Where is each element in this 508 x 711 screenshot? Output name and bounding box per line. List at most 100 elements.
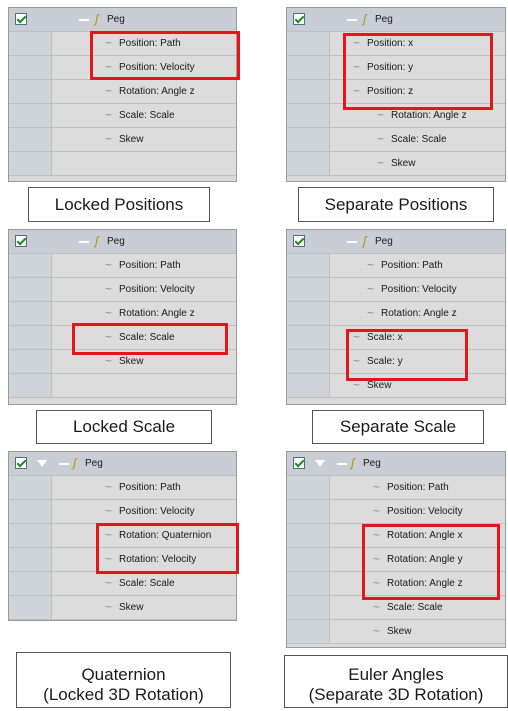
function-row[interactable]: ~ Position: Velocity (287, 500, 505, 524)
function-label: Position: Path (387, 482, 449, 493)
highlight-box (362, 524, 500, 600)
caption-separate-positions: Separate Positions (298, 187, 494, 222)
function-row[interactable]: ~ Position: Path (9, 254, 236, 278)
function-curve-icon: ~ (105, 258, 113, 272)
function-label: Skew (119, 602, 144, 613)
checkbox-checked-icon[interactable] (293, 13, 305, 25)
checkbox-checked-icon[interactable] (15, 457, 27, 469)
function-curve-icon: ~ (367, 282, 375, 296)
highlight-box (72, 323, 228, 355)
caption-euler-line2: (Separate 3D Rotation) (308, 685, 484, 704)
function-row[interactable]: ~ Skew (287, 620, 505, 644)
collapse-dash-icon (79, 19, 89, 21)
highlight-box (90, 31, 240, 80)
function-curve-icon: ~ (105, 84, 113, 98)
caption-euler-angles: Euler Angles (Separate 3D Rotation) (284, 655, 508, 708)
function-label: Rotation: Angle z (381, 308, 457, 319)
function-curve-icon: ~ (373, 600, 381, 614)
function-label: Rotation: Angle z (119, 86, 195, 97)
function-curve-icon: ~ (367, 306, 375, 320)
peg-function-icon: ʃ (73, 456, 77, 470)
peg-layer-row[interactable]: ʃ Peg (287, 8, 505, 32)
function-curve-icon: ~ (105, 282, 113, 296)
function-row[interactable]: ~ Position: Velocity (287, 278, 505, 302)
function-label: Scale: Scale (119, 578, 175, 589)
peg-label: Peg (363, 458, 381, 469)
collapse-dash-icon (347, 19, 357, 21)
function-row[interactable]: ~ Position: Velocity (9, 278, 236, 302)
peg-function-icon: ʃ (363, 12, 367, 26)
peg-layer-row[interactable]: ʃ Peg (9, 8, 236, 32)
function-curve-icon: ~ (373, 624, 381, 638)
peg-function-icon: ʃ (95, 12, 99, 26)
function-label: Skew (119, 134, 144, 145)
function-row[interactable]: ~ Scale: Scale (287, 128, 505, 152)
function-curve-icon: ~ (105, 600, 113, 614)
function-label: Skew (367, 380, 392, 391)
empty-row (9, 374, 236, 398)
peg-panel-locked-scale: ʃ Peg ~ Position: Path ~ Position: Velocit… (8, 229, 237, 405)
function-row[interactable]: ~ Position: Velocity (9, 500, 236, 524)
highlight-box (343, 33, 493, 110)
function-curve-icon: ~ (105, 576, 113, 590)
checkbox-checked-icon[interactable] (15, 235, 27, 247)
peg-layer-row[interactable]: ʃ Peg (287, 230, 505, 254)
function-label: Position: Velocity (381, 284, 457, 295)
caption-quaternion: Quaternion (Locked 3D Rotation) (16, 652, 231, 708)
function-row[interactable]: ~ Skew (287, 152, 505, 176)
function-curve-icon: ~ (373, 504, 381, 518)
function-row[interactable]: ~ Scale: Scale (9, 104, 236, 128)
function-label: Position: Path (119, 260, 181, 271)
function-curve-icon: ~ (105, 108, 113, 122)
collapse-dash-icon (59, 463, 69, 465)
caption-locked-positions: Locked Positions (28, 187, 210, 222)
function-label: Position: Path (381, 260, 443, 271)
highlight-box (346, 329, 468, 381)
function-label: Scale: Scale (387, 602, 443, 613)
function-row[interactable]: ~ Scale: Scale (9, 572, 236, 596)
function-curve-icon: ~ (373, 480, 381, 494)
peg-label: Peg (85, 458, 103, 469)
triangle-down-icon[interactable] (315, 460, 325, 467)
checkbox-checked-icon[interactable] (293, 457, 305, 469)
function-label: Rotation: Angle z (391, 110, 467, 121)
function-curve-icon: ~ (105, 504, 113, 518)
function-label: Position: Velocity (119, 284, 195, 295)
function-curve-icon: ~ (377, 108, 385, 122)
function-row[interactable]: ~ Position: Path (9, 476, 236, 500)
function-row[interactable]: ~ Position: Path (287, 254, 505, 278)
peg-label: Peg (107, 14, 125, 25)
function-label: Scale: Scale (391, 134, 447, 145)
checkbox-checked-icon[interactable] (293, 235, 305, 247)
caption-locked-scale: Locked Scale (36, 410, 212, 444)
triangle-down-icon[interactable] (37, 460, 47, 467)
function-curve-icon: ~ (377, 132, 385, 146)
peg-layer-row[interactable]: ʃ Peg (287, 452, 505, 476)
function-row[interactable]: ~ Position: Path (287, 476, 505, 500)
function-label: Scale: Scale (119, 110, 175, 121)
caption-separate-scale: Separate Scale (312, 410, 484, 444)
function-label: Position: Path (119, 482, 181, 493)
peg-label: Peg (375, 236, 393, 247)
function-label: Skew (387, 626, 412, 637)
peg-layer-row[interactable]: ʃ Peg (9, 452, 236, 476)
function-row[interactable]: ~ Skew (9, 596, 236, 620)
checkbox-checked-icon[interactable] (15, 13, 27, 25)
peg-layer-row[interactable]: ʃ Peg (9, 230, 236, 254)
function-curve-icon: ~ (105, 306, 113, 320)
function-row[interactable]: ~ Rotation: Angle z (9, 80, 236, 104)
function-curve-icon: ~ (377, 156, 385, 170)
function-row[interactable]: ~ Skew (9, 128, 236, 152)
peg-label: Peg (375, 14, 393, 25)
caption-quaternion-line1: Quaternion (81, 665, 166, 684)
function-curve-icon: ~ (367, 258, 375, 272)
function-label: Skew (391, 158, 416, 169)
function-label: Skew (119, 356, 144, 367)
empty-row (9, 152, 236, 176)
collapse-dash-icon (347, 241, 357, 243)
peg-label: Peg (107, 236, 125, 247)
collapse-dash-icon (79, 241, 89, 243)
caption-euler-line1: Euler Angles (348, 665, 444, 684)
function-curve-icon: ~ (105, 354, 113, 368)
function-row[interactable]: ~ Rotation: Angle z (287, 302, 505, 326)
